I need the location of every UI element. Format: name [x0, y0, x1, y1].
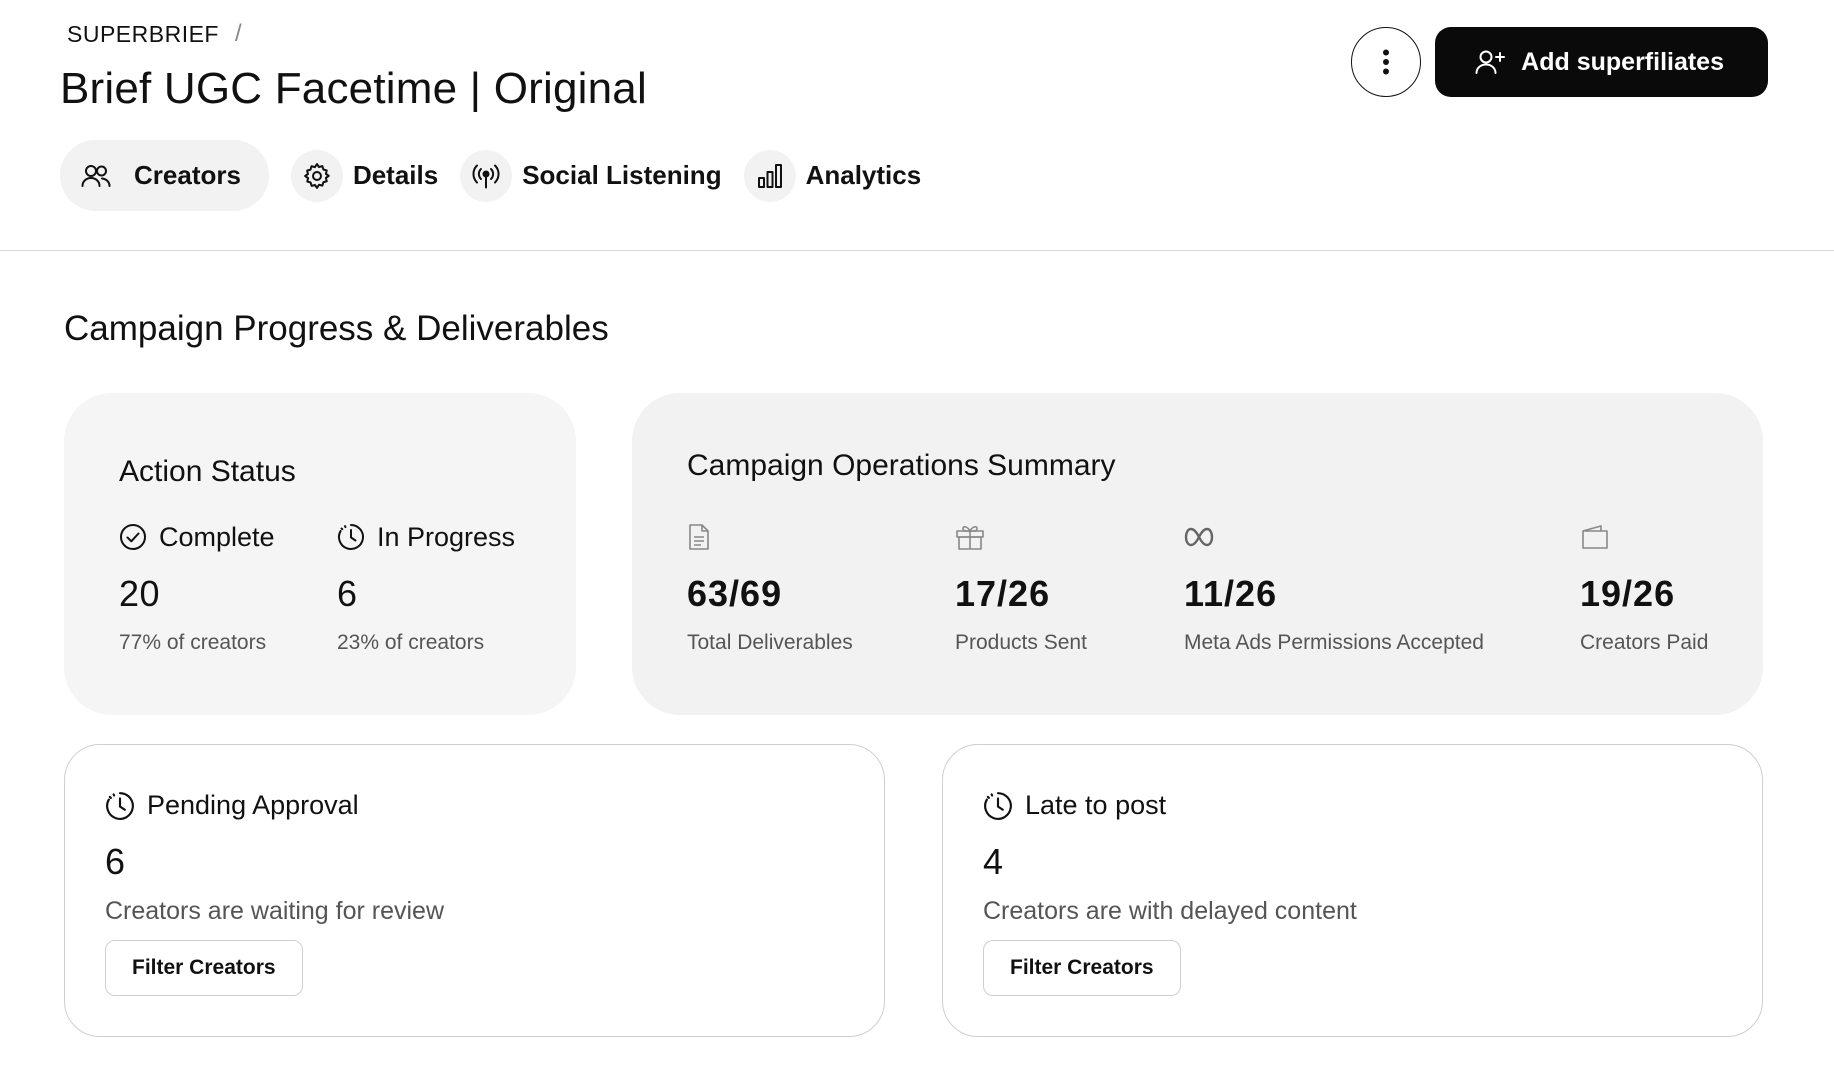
tab-social-listening-label: Social Listening [522, 160, 722, 190]
complete-stat: Complete 20 77% of creators [119, 521, 275, 655]
products-sent-value: 17/26 [955, 573, 1051, 614]
pending-approval-value: 6 [105, 841, 126, 882]
creators-paid-label: Creators Paid [1580, 631, 1709, 654]
late-to-post-description: Creators are with delayed content [983, 897, 1357, 925]
late-filter-creators-button[interactable]: Filter Creators [983, 940, 1181, 996]
creators-paid-stat: 19/26 Creators Paid [1580, 521, 1708, 655]
add-superfiliates-label: Add superfiliates [1521, 47, 1724, 76]
page-title: Brief UGC Facetime | Original [60, 64, 647, 113]
breadcrumb-item-superbrief[interactable]: SUPERBRIEF [67, 21, 219, 48]
clock-icon [337, 523, 365, 551]
products-sent-stat: 17/26 Products Sent [955, 521, 1087, 655]
user-plus-icon [1475, 49, 1506, 75]
tab-social-listening[interactable]: Social Listening [460, 140, 722, 211]
tab-creators[interactable]: Creators [60, 140, 269, 211]
more-vertical-icon [1382, 49, 1390, 75]
action-status-card: Action Status Complete 20 77% of creator… [64, 393, 576, 715]
products-sent-icon-row [955, 521, 1087, 553]
products-sent-label: Products Sent [955, 631, 1087, 654]
tabs: Creators Details Social Listening Analyt… [60, 140, 921, 211]
total-deliverables-value: 63/69 [687, 573, 783, 614]
in-progress-stat: In Progress 6 23% of creators [337, 521, 515, 655]
meta-ads-stat: 11/26 Meta Ads Permissions Accepted [1184, 521, 1484, 655]
creators-paid-icon-row [1580, 521, 1708, 553]
creators-paid-value: 19/26 [1580, 573, 1676, 614]
total-deliverables-icon-row [687, 521, 853, 553]
clock-icon [983, 791, 1013, 821]
in-progress-label: In Progress [377, 521, 516, 552]
more-options-button[interactable] [1351, 27, 1422, 97]
breadcrumb-separator: / [234, 20, 243, 47]
wallet-icon [1580, 524, 1610, 550]
section-title: Campaign Progress & Deliverables [64, 309, 609, 348]
total-deliverables-label: Total Deliverables [687, 631, 853, 654]
pending-approval-header: Pending Approval [105, 790, 359, 821]
gift-icon [955, 523, 985, 551]
meta-ads-label: Meta Ads Permissions Accepted [1184, 631, 1484, 654]
meta-ads-icon-row [1184, 521, 1484, 553]
header-actions: Add superfiliates [1351, 27, 1768, 97]
in-progress-sub: 23% of creators [337, 631, 485, 654]
pending-approval-title: Pending Approval [147, 790, 359, 820]
tab-creators-label: Creators [134, 160, 241, 190]
bar-chart-icon [743, 149, 796, 202]
add-superfiliates-button[interactable]: Add superfiliates [1435, 27, 1768, 97]
operations-summary-card: Campaign Operations Summary 63/69 Total … [632, 393, 1763, 715]
pending-approval-card: Pending Approval 6 Creators are waiting … [64, 744, 885, 1037]
complete-stat-header: Complete [119, 521, 275, 553]
document-icon [687, 523, 711, 551]
total-deliverables-stat: 63/69 Total Deliverables [687, 521, 853, 655]
header: SUPERBRIEF / Brief UGC Facetime | Origin… [0, 0, 1834, 251]
tab-details-label: Details [352, 160, 439, 190]
complete-value: 20 [119, 573, 161, 614]
tab-analytics-label: Analytics [805, 160, 922, 190]
gear-icon [290, 149, 343, 202]
meta-ads-value: 11/26 [1184, 573, 1278, 614]
late-to-post-card: Late to post 4 Creators are with delayed… [942, 744, 1763, 1037]
in-progress-stat-header: In Progress [337, 521, 515, 553]
page: SUPERBRIEF / Brief UGC Facetime | Origin… [0, 0, 1834, 1080]
operations-summary-title: Campaign Operations Summary [687, 449, 1116, 482]
broadcast-icon [460, 149, 513, 202]
clock-icon [105, 791, 135, 821]
meta-icon [1184, 527, 1214, 547]
late-to-post-value: 4 [983, 841, 1004, 882]
action-status-title: Action Status [119, 455, 296, 488]
breadcrumb: SUPERBRIEF / [67, 20, 242, 48]
pending-filter-creators-button[interactable]: Filter Creators [105, 940, 303, 996]
late-to-post-header: Late to post [983, 790, 1166, 821]
complete-label: Complete [159, 521, 275, 552]
late-to-post-title: Late to post [1025, 790, 1167, 820]
pending-approval-description: Creators are waiting for review [105, 897, 445, 925]
in-progress-value: 6 [337, 573, 358, 614]
complete-sub: 77% of creators [119, 631, 267, 654]
users-icon [78, 150, 114, 202]
check-circle-icon [119, 523, 147, 551]
tab-analytics[interactable]: Analytics [743, 140, 922, 211]
tab-details[interactable]: Details [290, 140, 439, 211]
